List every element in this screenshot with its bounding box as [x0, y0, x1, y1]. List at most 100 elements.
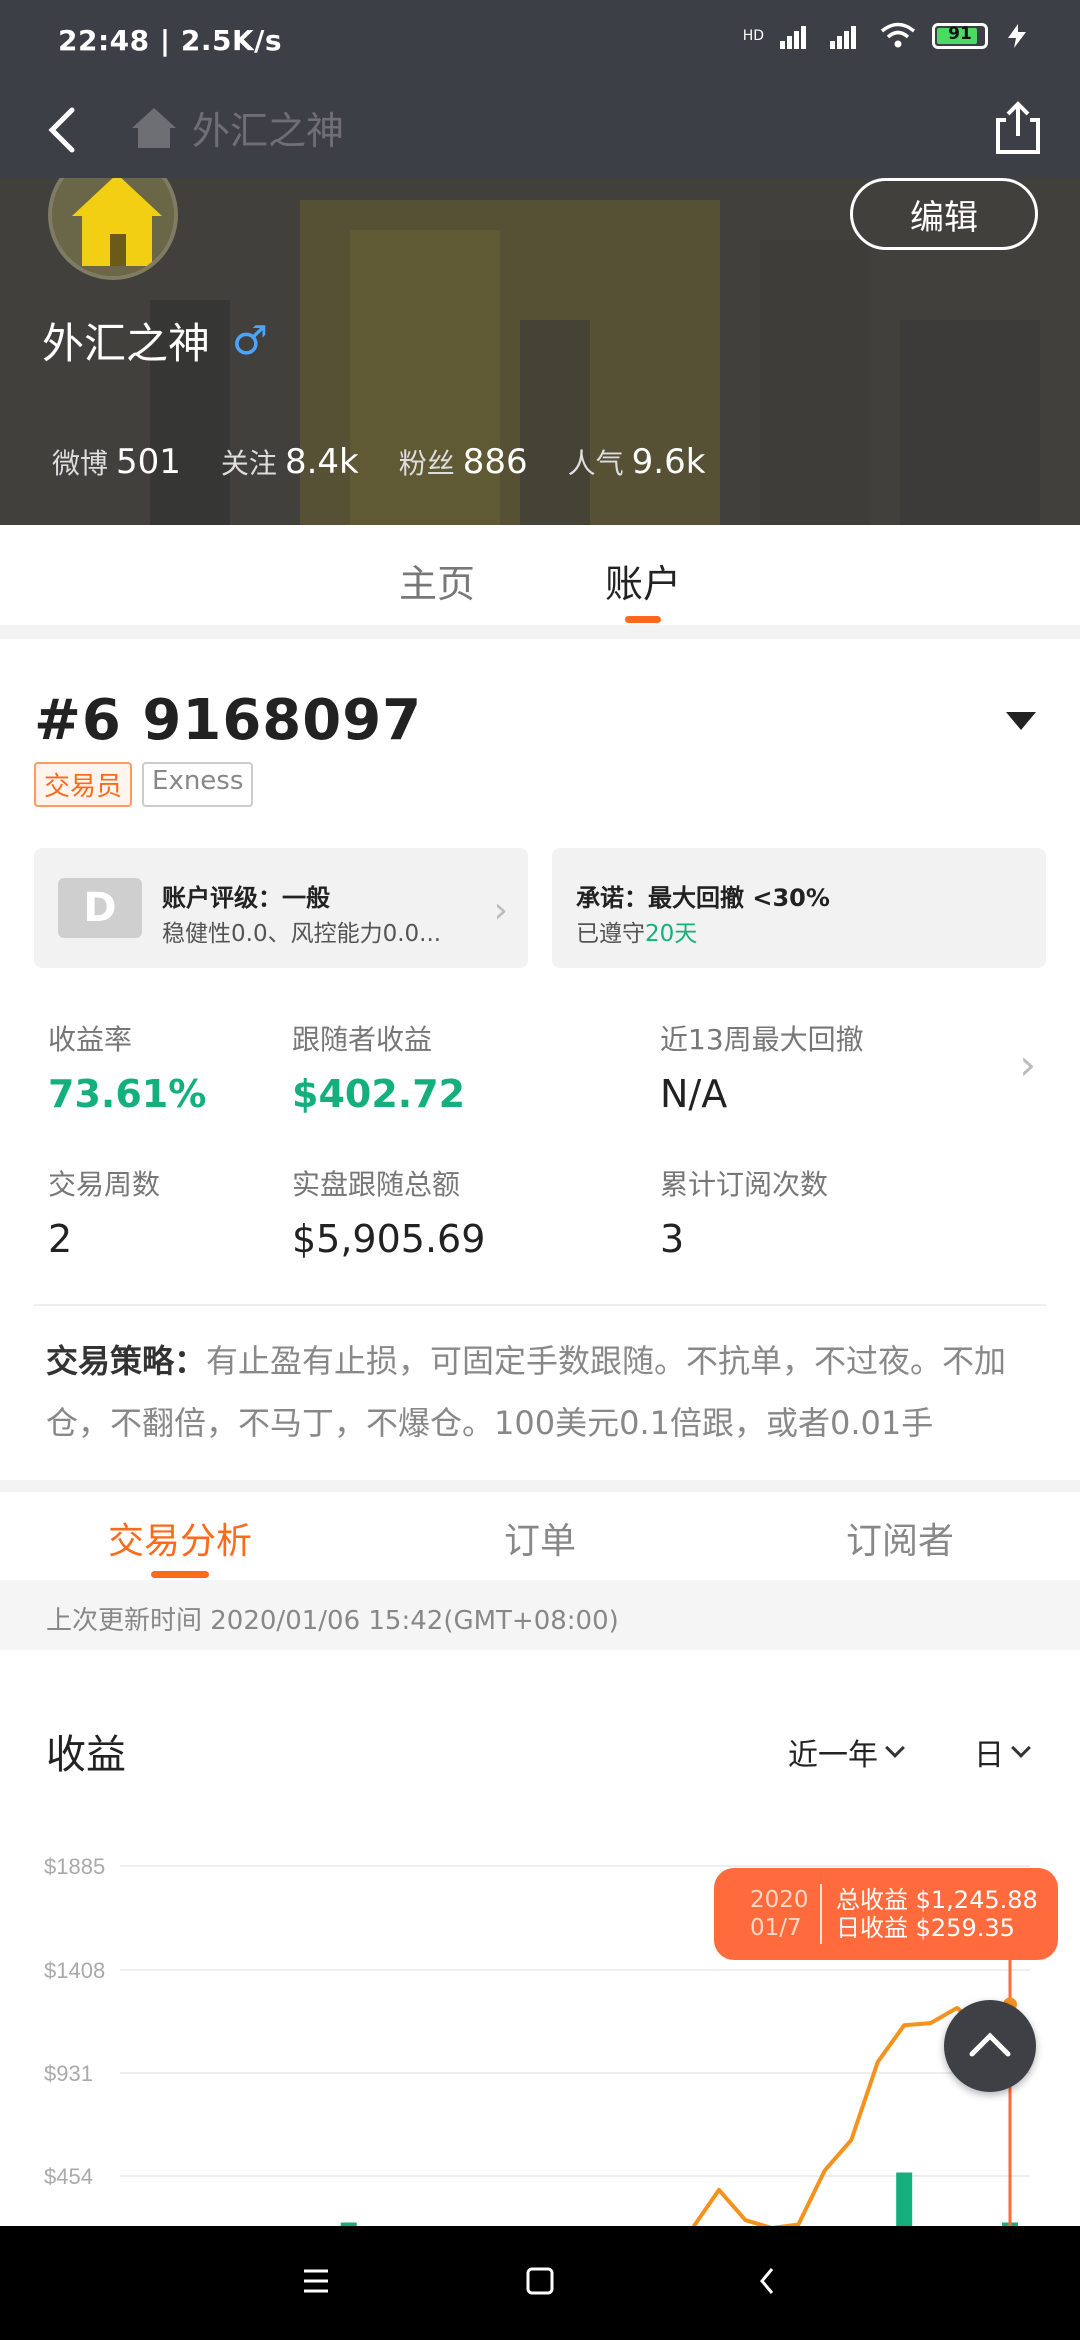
battery-level: 91	[948, 24, 972, 44]
promise-card: 承诺：最大回撤 <30% 已遵守20天	[552, 848, 1046, 968]
tooltip-daily: $259.35	[915, 1914, 1015, 1942]
metric-value: 2	[48, 1217, 73, 1261]
tab-trade-analysis[interactable]: 交易分析	[0, 1492, 360, 1578]
share-icon[interactable]	[988, 94, 1048, 162]
metric-subscriptions: 累计订阅次数 3	[660, 1163, 828, 1261]
metric-value: 73.61%	[48, 1072, 207, 1116]
divider	[34, 1304, 1046, 1306]
tooltip-date: 2020 01/7	[750, 1887, 809, 1941]
stat-label: 人气	[567, 447, 624, 480]
chevron-down-icon	[885, 1738, 905, 1758]
house-icon	[132, 107, 176, 148]
metric-label: 收益率	[48, 1023, 133, 1056]
chevron-right-icon[interactable]: ›	[1019, 1040, 1036, 1089]
profile-name-row: 外汇之神 ♂	[42, 310, 268, 371]
status-bar: 22:48 | 2.5K/s HD 91	[0, 0, 1080, 82]
period-dropdown[interactable]: 日	[974, 1730, 1031, 1774]
metric-value: N/A	[660, 1072, 728, 1116]
back-arrow-icon[interactable]	[34, 98, 90, 162]
range-value: 近一年	[788, 1738, 878, 1773]
stat-fans[interactable]: 粉丝 886	[399, 442, 528, 482]
last-update-time: 上次更新时间 2020/01/06 15:42(GMT+08:00)	[0, 1580, 1080, 1650]
tab-subscribers[interactable]: 订阅者	[720, 1492, 1080, 1578]
metric-value: 3	[660, 1217, 685, 1261]
chevron-up-icon	[969, 2032, 1011, 2057]
menu-icon[interactable]	[304, 2269, 328, 2293]
section-divider	[0, 1480, 1080, 1492]
stat-value: 886	[462, 442, 528, 482]
metric-trading-weeks: 交易周数 2	[48, 1163, 160, 1261]
metric-return-rate: 收益率 73.61%	[48, 1018, 206, 1116]
tab-account[interactable]: 账户	[605, 525, 681, 625]
stat-label: 粉丝	[398, 447, 455, 480]
metric-value: $5,905.69	[292, 1217, 486, 1261]
promise-sub: 已遵守20天	[576, 921, 698, 947]
nav-title: 外汇之神	[130, 100, 344, 155]
wifi-icon	[880, 22, 916, 48]
male-icon: ♂	[232, 317, 268, 364]
edit-profile-button[interactable]: 编辑	[850, 178, 1038, 250]
strategy-label: 交易策略：	[46, 1342, 207, 1380]
nav-title-text: 外汇之神	[192, 109, 345, 153]
profile-stats: 微博 501 关注 8.4k 粉丝 886 人气 9.6k	[52, 442, 705, 482]
metric-value: $402.72	[292, 1072, 466, 1116]
stat-popularity: 人气 9.6k	[568, 442, 706, 482]
period-value: 日	[974, 1738, 1004, 1773]
chevron-down-icon	[1011, 1738, 1031, 1758]
back-icon[interactable]	[760, 2268, 774, 2294]
scroll-to-top-button[interactable]	[944, 2000, 1036, 2092]
metric-label: 累计订阅次数	[660, 1168, 829, 1201]
main-tabs: 主页 账户	[0, 525, 1080, 625]
status-time: 22:48 | 2.5K/s	[58, 24, 283, 57]
grade-badge: D	[58, 878, 142, 938]
metric-max-drawdown[interactable]: 近13周最大回撤 N/A	[660, 1018, 864, 1116]
income-line	[190, 2003, 1012, 2230]
stat-value: 501	[116, 442, 181, 482]
stat-label: 关注	[220, 447, 277, 480]
tab-orders[interactable]: 订单	[360, 1492, 720, 1578]
rating-sub: 稳健性0.0、风控能力0.0...	[162, 921, 442, 947]
top-bar: 22:48 | 2.5K/s HD 91 外汇之神	[0, 0, 1080, 178]
status-icons: HD 91	[743, 22, 1030, 50]
y-tick-label: $454	[44, 2164, 93, 2189]
system-nav-bar	[0, 2226, 1080, 2340]
account-rating-card[interactable]: D 账户评级：一般 稳健性0.0、风控能力0.0... ›	[34, 848, 528, 968]
daily-bar	[896, 2172, 913, 2230]
account-dropdown-caret-icon[interactable]	[1006, 712, 1036, 730]
tag-broker: Exness	[142, 762, 254, 807]
account-number: #6 9168097	[34, 688, 423, 753]
tooltip-total: $1,245.88	[915, 1886, 1038, 1914]
stat-weibo[interactable]: 微博 501	[52, 442, 181, 482]
account-tags: 交易员 Exness	[34, 762, 254, 807]
metric-label: 实盘跟随总额	[292, 1168, 461, 1201]
metric-follower-profit: 跟随者收益 $402.72	[292, 1018, 465, 1116]
promise-days: 20天	[645, 921, 698, 947]
battery-icon: 91	[932, 23, 988, 49]
metric-label: 交易周数	[48, 1168, 161, 1201]
home-icon[interactable]	[526, 2267, 554, 2295]
chart-tooltip: 2020 01/7 总收益 $1,245.88 日收益 $259.35	[714, 1868, 1058, 1960]
charging-icon	[1008, 24, 1026, 48]
metric-label: 跟随者收益	[292, 1023, 433, 1056]
nav-bar: 外汇之神	[0, 82, 1080, 178]
profile-name: 外汇之神	[42, 319, 211, 368]
section-divider	[0, 625, 1080, 639]
metric-follow-total: 实盘跟随总额 $5,905.69	[292, 1163, 485, 1261]
hd-indicator: HD	[742, 28, 764, 44]
chevron-right-icon: ›	[493, 890, 508, 931]
stat-label: 微博	[52, 447, 109, 480]
stat-following[interactable]: 关注 8.4k	[221, 442, 359, 482]
promise-title: 承诺：最大回撤 <30%	[576, 884, 830, 912]
signal-icon-2	[830, 26, 856, 49]
y-tick-label: $1885	[44, 1854, 105, 1879]
rating-title: 账户评级：一般	[162, 884, 330, 912]
signal-icon	[780, 26, 806, 49]
stat-value: 8.4k	[284, 442, 359, 482]
tag-trader: 交易员	[34, 762, 133, 807]
metric-label: 近13周最大回撤	[660, 1023, 864, 1056]
y-tick-label: $931	[44, 2061, 93, 2086]
tab-home[interactable]: 主页	[399, 525, 475, 625]
range-dropdown[interactable]: 近一年	[788, 1730, 905, 1774]
strategy-text: 交易策略：有止盈有止损，可固定手数跟随。不抗单，不过夜。不加仓，不翻倍，不马丁，…	[46, 1330, 1046, 1454]
y-tick-label: $1408	[44, 1958, 105, 1983]
